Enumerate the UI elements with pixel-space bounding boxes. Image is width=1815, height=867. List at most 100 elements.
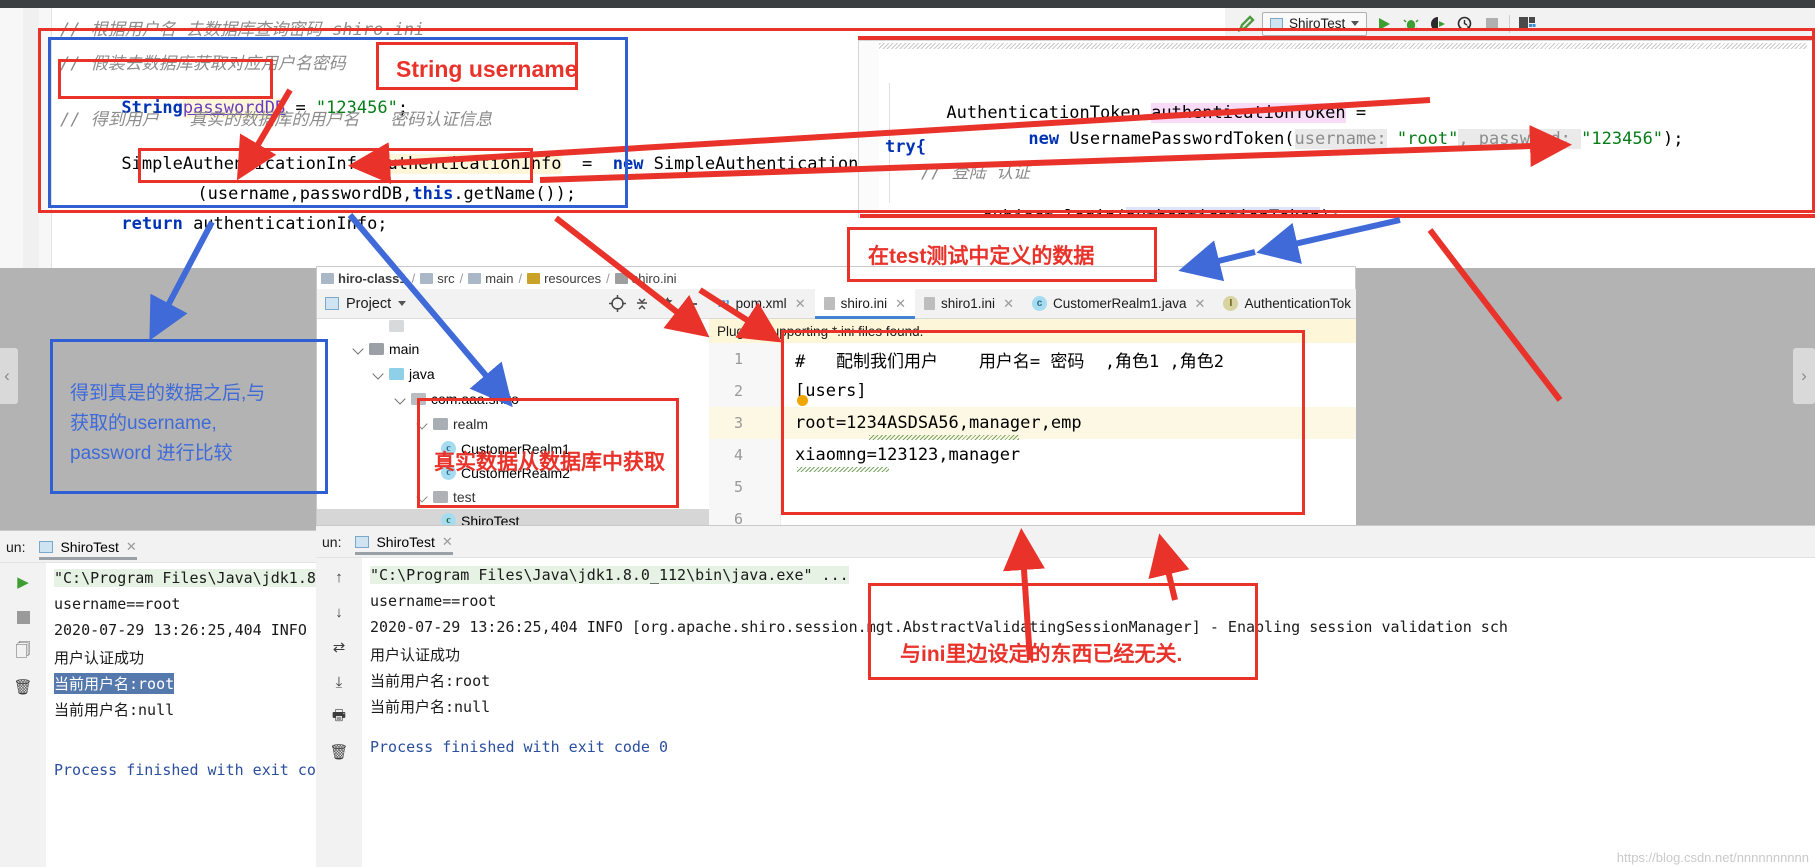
tree-node-java[interactable]: java	[373, 362, 435, 385]
console-right-line-0: "C:\Program Files\Java\jdk1.8.0_112\bin\…	[370, 566, 849, 584]
hide-icon[interactable]	[683, 295, 701, 313]
breadcrumb-item-resources[interactable]: resources	[527, 271, 601, 286]
breadcrumb-item-main[interactable]: main	[468, 271, 513, 286]
run-console-left: un: ShiroTest ✕ ▶ 🗍 🗑 "C:\Program Files\…	[0, 530, 330, 867]
run-config-icon-right	[355, 535, 370, 548]
scroll-to-end-icon[interactable]: ⤓	[328, 671, 350, 693]
return-expr: authenticationInfo;	[182, 214, 388, 234]
project-panel-title: Project	[346, 295, 392, 312]
console-left-line-0: "C:\Program Files\Java\jdk1.8.0_11	[54, 569, 330, 587]
tab-label-shiro-ini: shiro.ini	[840, 296, 888, 311]
annotation-text-real-data: 真实数据从数据库中获取	[434, 451, 665, 474]
close-icon-run-left[interactable]: ✕	[126, 539, 137, 555]
ini-line-number-3: 3	[733, 414, 743, 432]
top-window-chrome	[0, 0, 1815, 8]
rerun-icon-left[interactable]: ▶	[12, 571, 34, 593]
keyword-return: return	[121, 214, 183, 234]
console-right-line-5: 当前用户名:null	[370, 698, 491, 716]
run-console-left-output[interactable]: "C:\Program Files\Java\jdk1.8.0_11 usern…	[46, 563, 330, 867]
tab-label-customerrealm1: CustomerRealm1.java	[1052, 296, 1187, 311]
run-console-left-toolbar[interactable]: ▶ 🗍 🗑	[0, 563, 46, 867]
close-icon-run-right[interactable]: ✕	[442, 534, 453, 550]
prev-image-arrow[interactable]: ‹	[0, 348, 18, 404]
annotation-box-passworddb	[58, 59, 273, 99]
ini-file-icon	[614, 272, 628, 284]
class-icon-tab: c	[1031, 296, 1047, 311]
watermark: https://blog.csdn.net/nnnnnnnnnn	[1616, 850, 1809, 865]
chevron-down-icon[interactable]	[1351, 21, 1360, 26]
close-icon-pom[interactable]: ✕	[795, 296, 806, 312]
close-icon-customerrealm1[interactable]: ✕	[1195, 296, 1206, 312]
console-right-line-3: 用户认证成功	[370, 646, 461, 664]
trash-icon-right[interactable]: 🗑	[328, 741, 350, 763]
tab-authenticationtoken[interactable]: I AuthenticationTok	[1214, 289, 1360, 318]
tab-label-pom: pom.xml	[735, 296, 787, 311]
chevron-down-icon-java[interactable]	[373, 368, 384, 379]
editor-fold-strip	[23, 8, 39, 268]
annotation-text-test-define: 在test测试中定义的数据	[868, 245, 1095, 268]
run-tab-label-left: ShiroTest	[60, 538, 119, 555]
chevron-down-icon-main[interactable]	[353, 343, 364, 354]
console-left-line-6: Process finished with exit code 0	[54, 761, 330, 779]
run-label-right: un:	[322, 533, 342, 550]
tab-shiro1-ini[interactable]: shiro1.ini ✕	[915, 289, 1023, 318]
soft-wrap-icon[interactable]: ⇄	[328, 636, 350, 658]
close-icon-shiro-ini[interactable]: ✕	[895, 296, 906, 312]
run-tab-label-right: ShiroTest	[376, 533, 435, 550]
tab-label-authenticationtoken: AuthenticationTok	[1244, 296, 1352, 311]
console-right-line-6: Process finished with exit code 0	[370, 738, 669, 756]
annotation-hline-bottom	[860, 214, 1815, 218]
console-left-line-1: username==root	[54, 595, 181, 613]
locate-icon[interactable]	[608, 295, 626, 313]
ini-file-icon-tab-2	[924, 297, 936, 310]
console-left-line-5: 当前用户名:null	[54, 701, 175, 719]
folder-icon-2	[468, 272, 482, 284]
ini-file-icon-tab	[823, 297, 835, 310]
folder-icon-partial	[389, 319, 404, 332]
annotation-text-compare-1: 得到真是的数据之后,与	[70, 383, 266, 404]
tab-label-shiro1-ini: shiro1.ini	[941, 296, 996, 311]
scroll-up-icon[interactable]: ↑	[328, 566, 350, 588]
project-panel-header[interactable]: Project	[317, 289, 709, 319]
stop-icon-left[interactable]	[12, 606, 34, 628]
run-console-right-header[interactable]: un: ShiroTest ✕	[316, 526, 1815, 558]
print-icon-right[interactable]: 🖶	[328, 706, 350, 728]
next-image-arrow[interactable]: ›	[1793, 348, 1815, 404]
tab-pom-xml[interactable]: m pom.xml ✕	[709, 289, 815, 318]
chevron-down-icon-pkg[interactable]	[395, 393, 406, 404]
print-icon-left[interactable]: 🗍	[12, 641, 34, 663]
run-console-right: un: ShiroTest ✕ ↑ ↓ ⇄ ⤓ 🖶 🗑 "C:\Program …	[316, 525, 1815, 867]
run-console-right-toolbar[interactable]: ↑ ↓ ⇄ ⤓ 🖶 🗑	[316, 558, 362, 867]
folder-icon	[420, 272, 434, 284]
annotation-text-compare-3: password 进行比较	[70, 443, 233, 464]
tree-node-main[interactable]: main	[353, 337, 419, 360]
editor-tabstrip[interactable]: m pom.xml ✕ shiro.ini ✕ shiro1.ini ✕ c C…	[709, 289, 1356, 319]
resources-folder-icon	[527, 272, 541, 284]
run-label-left: un:	[6, 538, 26, 555]
chevron-down-icon-project[interactable]	[398, 301, 407, 306]
tab-shiro-ini[interactable]: shiro.ini ✕	[814, 289, 916, 319]
console-right-line-4: 当前用户名:root	[370, 672, 491, 690]
run-config-icon-left	[39, 540, 54, 553]
run-tab-left[interactable]: ShiroTest ✕	[33, 531, 142, 562]
close-icon-shiro1-ini[interactable]: ✕	[1003, 296, 1014, 312]
run-console-left-header[interactable]: un: ShiroTest ✕	[0, 531, 330, 563]
tree-node-scrolled-partial	[389, 319, 404, 337]
settings-icon[interactable]	[658, 295, 676, 313]
module-icon	[321, 272, 334, 284]
breadcrumb-label-2: main	[485, 270, 514, 286]
console-left-line-4: 当前用户名:root	[54, 673, 175, 694]
breadcrumb-item-module[interactable]: hiro-class1	[321, 271, 407, 286]
run-tab-right[interactable]: ShiroTest ✕	[349, 526, 458, 557]
annotation-text-irrelevant: 与ini里边设定的东西已经无关.	[900, 643, 1183, 666]
trash-icon-left[interactable]: 🗑	[12, 676, 34, 698]
collapse-icon[interactable]	[633, 295, 651, 313]
breadcrumb-item-src[interactable]: src	[420, 271, 455, 286]
scroll-down-icon[interactable]: ↓	[328, 601, 350, 623]
breadcrumb-item-file[interactable]: shiro.ini	[614, 271, 677, 286]
ini-line-number-4: 4	[733, 446, 743, 464]
breadcrumb-sep-1: /	[459, 270, 464, 286]
breadcrumb-sep-2: /	[518, 270, 523, 286]
breadcrumb[interactable]: hiro-class1 / src / main / resources / s…	[317, 267, 1355, 289]
tab-customerrealm1[interactable]: c CustomerRealm1.java ✕	[1023, 289, 1214, 318]
